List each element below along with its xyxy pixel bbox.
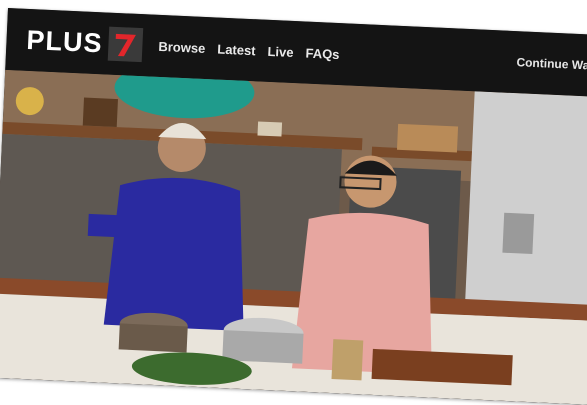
plus7-logo[interactable]: PLUS (26, 20, 144, 65)
host-man-shirt (291, 212, 432, 375)
seven-glyph-icon (115, 33, 136, 57)
pot-2-body (118, 323, 188, 353)
nav-live[interactable]: Live (267, 43, 294, 59)
nav-latest[interactable]: Latest (217, 41, 256, 58)
spice-jars (396, 123, 459, 153)
logo-text: PLUS (25, 24, 104, 58)
fridge-dispenser (502, 212, 535, 255)
shelf-pot (82, 97, 118, 128)
nav-faqs[interactable]: FAQs (305, 45, 340, 62)
continue-watching-link[interactable]: Continue Watc (516, 55, 587, 73)
streaming-app-window: PLUS Browse Latest Live FAQs Continue Wa… (0, 8, 587, 405)
main-nav: Browse Latest Live FAQs (158, 38, 352, 62)
cutting-board (371, 348, 513, 386)
pot-1-body (222, 330, 304, 364)
nav-browse[interactable]: Browse (158, 38, 206, 55)
jug (331, 339, 364, 381)
seven-logo-icon (107, 26, 144, 63)
host-woman-shirt (103, 177, 244, 332)
host-woman-arm (87, 213, 149, 239)
shelf-bowl (257, 121, 283, 137)
hero-video-still[interactable] (0, 69, 587, 405)
